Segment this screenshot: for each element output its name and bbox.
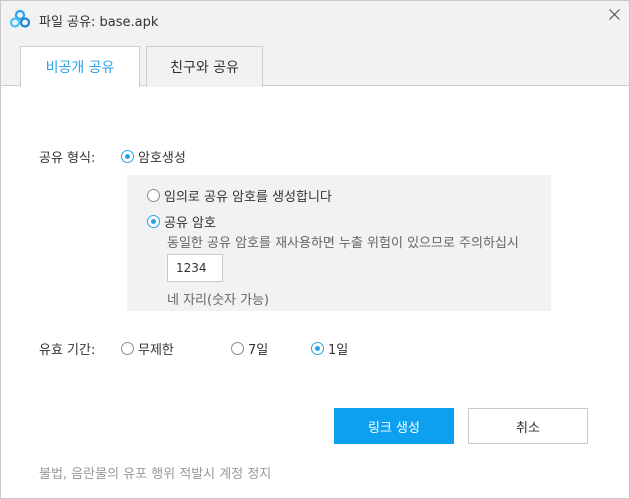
share-format-label: 공유 형식: — [39, 151, 96, 166]
footer-warning: 불법, 음란물의 유포 행위 적발시 계정 정지 — [39, 467, 272, 482]
radio-checked-icon — [311, 342, 324, 355]
radio-custom-password-label: 공유 암호 — [164, 216, 216, 231]
password-reuse-warning: 동일한 공유 암호를 재사용하면 누출 위험이 있으므로 주의하십시 — [167, 236, 519, 251]
title-bar: 파일 공유: base.apk — [1, 1, 629, 37]
password-hint: 네 자리(숫자 가능) — [167, 293, 270, 308]
radio-checked-icon — [147, 215, 160, 228]
radio-random-password[interactable]: 임의로 공유 암호를 생성합니다 — [147, 186, 332, 205]
window-title: 파일 공유: base.apk — [39, 15, 159, 30]
share-dialog: 파일 공유: base.apk 비공개 공유 친구와 공유 공유 형식: 암호생… — [0, 0, 630, 499]
radio-password-generate-label: 암호생성 — [138, 151, 186, 166]
close-icon[interactable] — [604, 4, 624, 24]
radio-custom-password[interactable]: 공유 암호 — [147, 212, 216, 231]
tab-bar: 비공개 공유 친구와 공유 — [1, 37, 629, 87]
create-link-button[interactable]: 링크 생성 — [334, 408, 454, 444]
cancel-button[interactable]: 취소 — [468, 408, 588, 444]
app-logo-icon — [9, 9, 31, 28]
radio-random-password-label: 임의로 공유 암호를 생성합니다 — [164, 190, 332, 205]
radio-unchecked-icon — [121, 342, 134, 355]
radio-validity-7days-label: 7일 — [248, 343, 269, 358]
radio-unchecked-icon — [231, 342, 244, 355]
radio-unchecked-icon — [147, 189, 160, 202]
radio-validity-1day-label: 1일 — [328, 343, 349, 358]
radio-checked-icon — [121, 150, 134, 163]
validity-label: 유효 기간: — [39, 343, 96, 358]
password-input[interactable] — [167, 254, 223, 282]
radio-validity-7days[interactable]: 7일 — [231, 339, 268, 358]
radio-validity-unlimited[interactable]: 무제한 — [121, 339, 174, 358]
radio-validity-unlimited-label: 무제한 — [138, 343, 174, 358]
tab-friend-share[interactable]: 친구와 공유 — [146, 46, 263, 87]
radio-password-generate[interactable]: 암호생성 — [121, 147, 186, 166]
tab-private-share[interactable]: 비공개 공유 — [20, 46, 140, 87]
radio-validity-1day[interactable]: 1일 — [311, 339, 348, 358]
